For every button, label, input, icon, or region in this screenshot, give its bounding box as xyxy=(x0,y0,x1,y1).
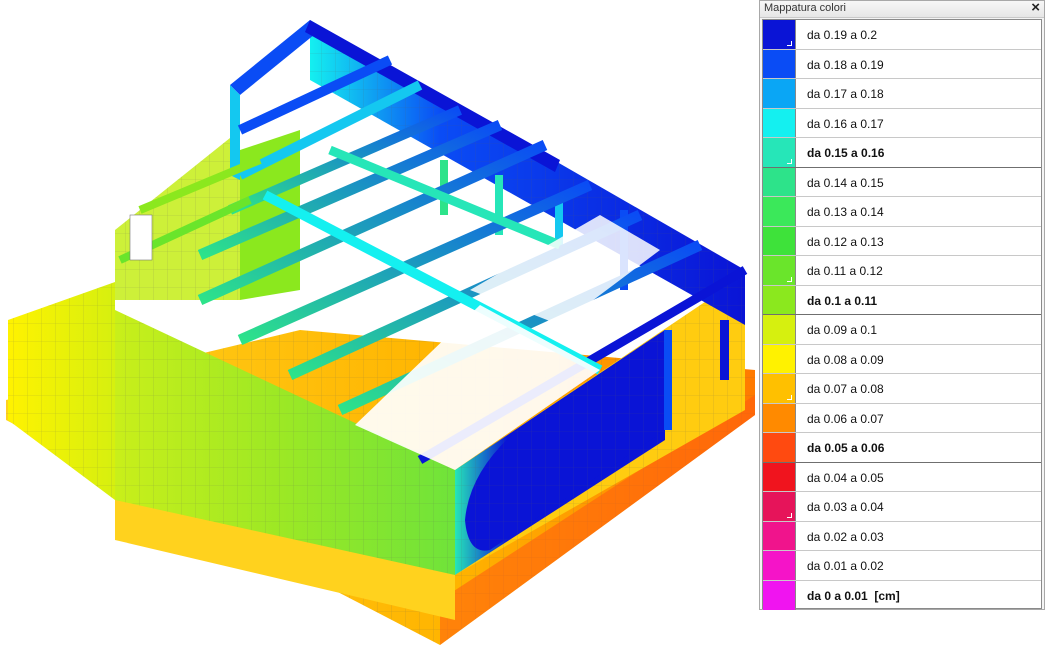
legend-item-label: da 0.19 a 0.2 xyxy=(807,28,878,42)
legend-item[interactable]: da 0.11 a 0.12 xyxy=(763,256,1041,286)
legend-item[interactable]: da 0.07 a 0.08 xyxy=(763,374,1041,404)
legend-color-swatch[interactable] xyxy=(763,344,796,373)
legend-item[interactable]: da 0.09 a 0.1 xyxy=(763,315,1041,345)
legend-item[interactable]: da 0.02 a 0.03 xyxy=(763,521,1041,551)
legend-item-label: da 0.04 a 0.05 xyxy=(807,470,884,485)
legend-color-swatch[interactable] xyxy=(763,138,796,167)
swatch-corner-icon xyxy=(787,394,792,400)
legend-item-label: da 0.01 a 0.02 xyxy=(807,559,884,573)
legend-item-label: da 0.17 a 0.18 xyxy=(807,87,884,101)
legend-item-label: da 0 a 0.01 [cm] xyxy=(807,588,900,603)
legend-item[interactable]: da 0.05 a 0.06 xyxy=(763,433,1041,463)
legend-item-label: da 0.1 a 0.11 xyxy=(807,293,878,308)
legend-color-swatch[interactable] xyxy=(763,492,796,521)
legend-color-swatch[interactable] xyxy=(763,79,796,108)
legend-item[interactable]: da 0.04 a 0.05 xyxy=(763,462,1041,492)
legend-item-label: da 0.08 a 0.09 xyxy=(807,352,884,367)
legend-item-label: da 0.14 a 0.15 xyxy=(807,175,884,190)
legend-item[interactable]: da 0.06 a 0.07 xyxy=(763,403,1041,433)
legend-color-swatch[interactable] xyxy=(763,285,796,314)
legend-item-label: da 0.16 a 0.17 xyxy=(807,116,884,131)
legend-color-swatch[interactable] xyxy=(763,462,796,491)
legend-item[interactable]: da 0.01 a 0.02 xyxy=(763,551,1041,581)
structure-contour-render xyxy=(6,20,755,645)
legend-color-swatch[interactable] xyxy=(763,374,796,403)
legend-color-swatch[interactable] xyxy=(763,197,796,226)
legend-color-swatch[interactable] xyxy=(763,580,796,610)
legend-item-label: da 0.06 a 0.07 xyxy=(807,411,884,426)
swatch-corner-icon xyxy=(787,158,792,164)
legend-item[interactable]: da 0.15 a 0.16 xyxy=(763,138,1041,168)
legend-color-swatch[interactable] xyxy=(763,403,796,432)
legend-item[interactable]: da 0.14 a 0.15 xyxy=(763,167,1041,197)
legend-color-swatch[interactable] xyxy=(763,433,796,462)
legend-item[interactable]: da 0.17 a 0.18 xyxy=(763,79,1041,109)
legend-color-swatch[interactable] xyxy=(763,226,796,255)
legend-item[interactable]: da 0.03 a 0.04 xyxy=(763,492,1041,522)
legend-color-swatch[interactable] xyxy=(763,551,796,580)
legend-item[interactable]: da 0.08 a 0.09 xyxy=(763,344,1041,374)
legend-item[interactable]: da 0 a 0.01 [cm] xyxy=(763,580,1041,610)
legend-color-swatch[interactable] xyxy=(763,521,796,550)
legend-item-label: da 0.03 a 0.04 xyxy=(807,500,884,514)
legend-color-swatch[interactable] xyxy=(763,20,796,49)
model-3d-viewport[interactable] xyxy=(0,0,755,660)
legend-item-label: da 0.09 a 0.1 xyxy=(807,323,878,337)
swatch-corner-icon xyxy=(787,276,792,282)
legend-item[interactable]: da 0.13 a 0.14 xyxy=(763,197,1041,227)
legend-item[interactable]: da 0.12 a 0.13 xyxy=(763,226,1041,256)
legend-item[interactable]: da 0.18 a 0.19 xyxy=(763,49,1041,79)
legend-item[interactable]: da 0.19 a 0.2 xyxy=(763,20,1041,50)
legend-color-swatch[interactable] xyxy=(763,108,796,137)
legend-item-label: da 0.05 a 0.06 xyxy=(807,441,885,455)
legend-color-swatch[interactable] xyxy=(763,315,796,344)
panel-titlebar: Mappatura colori × xyxy=(760,0,1044,18)
legend-color-swatch[interactable] xyxy=(763,49,796,78)
legend-item-label: da 0.07 a 0.08 xyxy=(807,382,884,396)
swatch-corner-icon xyxy=(787,40,792,46)
close-icon[interactable]: × xyxy=(1031,0,1040,17)
panel-title: Mappatura colori xyxy=(764,2,846,14)
legend-item[interactable]: da 0.16 a 0.17 xyxy=(763,108,1041,138)
legend-item-label: da 0.18 a 0.19 xyxy=(807,57,884,72)
legend-item-label: da 0.02 a 0.03 xyxy=(807,529,884,544)
legend-item-label: da 0.12 a 0.13 xyxy=(807,234,884,249)
legend-item-label: da 0.15 a 0.16 xyxy=(807,146,885,160)
color-legend-list: da 0.19 a 0.2 da 0.18 a 0.19 da 0.17 a 0.1… xyxy=(762,19,1042,610)
swatch-corner-icon xyxy=(787,512,792,518)
legend-color-swatch[interactable] xyxy=(763,256,796,285)
legend-item-label: da 0.13 a 0.14 xyxy=(807,205,884,219)
legend-item[interactable]: da 0.1 a 0.11 xyxy=(763,285,1041,315)
legend-color-swatch[interactable] xyxy=(763,167,796,196)
color-mapping-panel: Mappatura colori × da 0.19 a 0.2 da 0.18 … xyxy=(759,0,1045,610)
legend-item-label: da 0.11 a 0.12 xyxy=(807,264,883,278)
